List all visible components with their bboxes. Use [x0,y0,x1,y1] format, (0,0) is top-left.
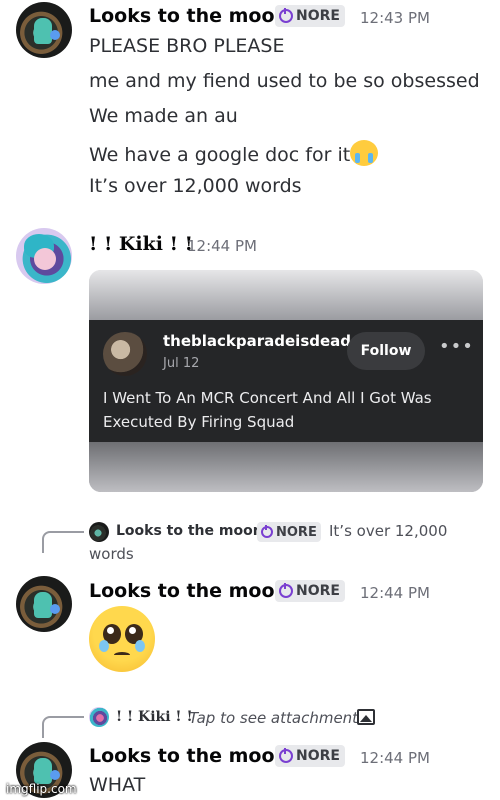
role-tag[interactable]: NORE [275,580,345,602]
role-tag[interactable]: NORE [275,5,345,27]
author-name[interactable]: ! ! Kiki ! ! [89,233,193,255]
power-icon [279,8,293,23]
author-name[interactable]: Looks to the moon [89,5,288,27]
avatar[interactable] [16,228,72,284]
avatar[interactable] [16,2,72,58]
reply-connector [42,716,84,738]
loudly-crying-emoji [350,140,379,166]
embed-preview[interactable]: theblackparadeisdead Jul 12 Follow ••• I… [89,270,483,492]
message-line: We made an au [89,105,238,127]
post-text: I Went To An MCR Concert And All I Got W… [103,389,432,431]
reply-preview[interactable]: words [89,545,134,563]
reply-role-tag: NORE [257,522,321,542]
message-line: We have a google doc for it [89,140,379,166]
follow-button[interactable]: Follow [347,332,425,370]
power-icon [279,748,293,763]
image-icon [357,709,375,725]
power-icon [279,583,293,598]
timestamp: 12:43 PM [360,9,430,27]
author-name[interactable]: Looks to the moon [89,745,288,767]
post-avatar [103,332,147,376]
message-line: PLEASE BRO PLEASE [89,35,285,57]
timestamp: 12:44 PM [360,584,430,602]
message-line: It’s over 12,000 words [89,175,302,197]
reply-avatar [89,707,109,727]
watermark: imgflip.com [6,782,77,796]
reply-avatar [89,522,109,542]
reply-author[interactable]: Looks to the moon [116,523,263,539]
power-icon [261,525,273,538]
role-tag[interactable]: NORE [275,745,345,767]
timestamp: 12:44 PM [360,749,430,767]
post-card: theblackparadeisdead Jul 12 Follow ••• I… [89,320,483,442]
reply-author[interactable]: ! ! Kiki ! ! [116,709,193,725]
more-options-icon[interactable]: ••• [439,336,474,357]
post-date: Jul 12 [163,356,200,371]
post-username: theblackparadeisdead [163,332,352,350]
reply-connector [42,531,84,553]
author-name[interactable]: Looks to the moon [89,580,288,602]
message-line: WHAT [89,774,146,796]
avatar[interactable] [16,576,72,632]
pleading-face-emoji[interactable] [89,606,155,672]
reply-preview[interactable]: It’s over 12,000 [329,522,447,540]
message-line: me and my fiend used to be so obsessed [89,70,480,92]
timestamp: 12:44 PM [187,237,257,255]
reply-preview[interactable]: Tap to see attachment [189,709,358,727]
